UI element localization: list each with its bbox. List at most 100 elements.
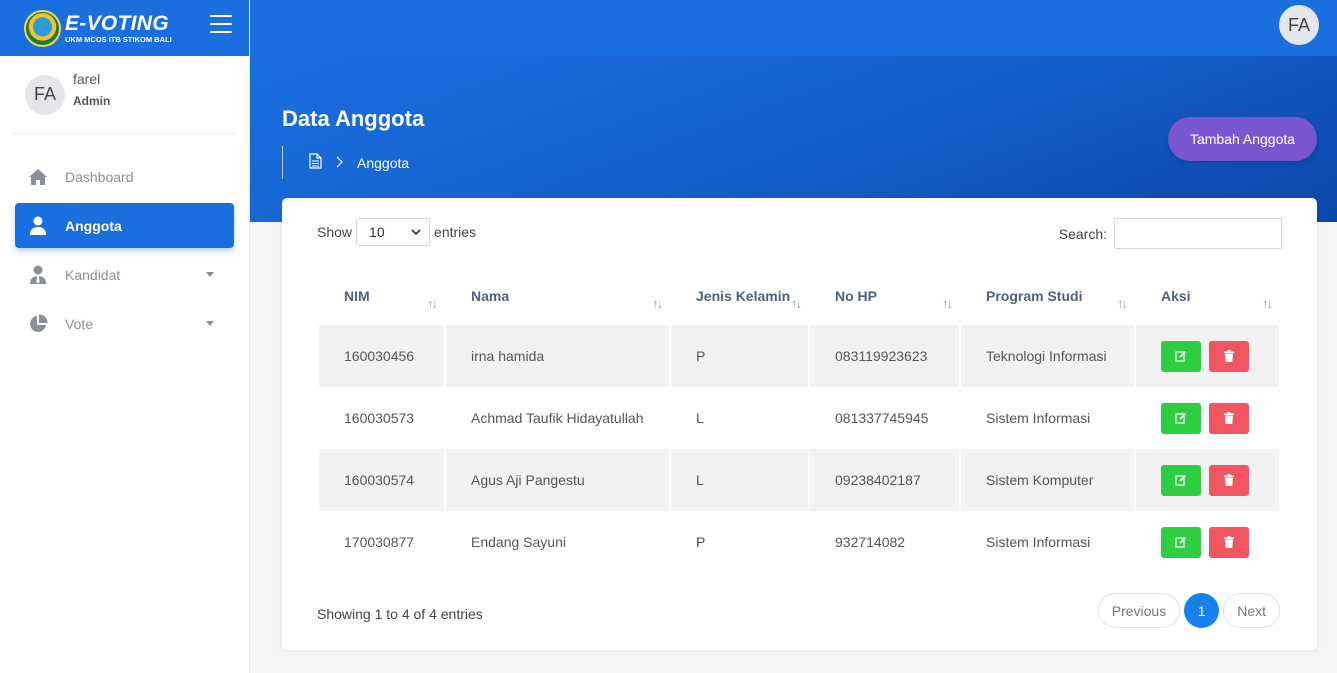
delete-button[interactable] <box>1209 402 1249 434</box>
column-header-nim[interactable]: NIM ↑↓ <box>319 270 444 325</box>
delete-button[interactable] <box>1209 464 1249 496</box>
previous-button[interactable]: Previous <box>1097 593 1181 628</box>
edit-button[interactable] <box>1161 402 1201 434</box>
sidebar-item-label: Anggota <box>65 217 122 234</box>
cell-no-hp: 083119923623 <box>810 325 959 387</box>
sort-icon: ↑↓ <box>1117 296 1128 311</box>
add-anggota-button[interactable]: Tambah Anggota <box>1168 117 1317 161</box>
cell-nama: Achmad Taufik Hidayatullah <box>471 410 644 426</box>
search-control: Search: <box>1059 218 1282 249</box>
entries-select-value: 10 <box>369 224 385 240</box>
sort-icon: ↑↓ <box>791 296 802 311</box>
trash-icon <box>1224 536 1234 548</box>
pagination: Previous 1 Next <box>1097 593 1280 628</box>
sort-icon: ↑↓ <box>427 296 438 311</box>
cell-nim: 160030574 <box>319 449 444 511</box>
breadcrumb-current: Anggota <box>357 154 410 171</box>
page-1-button[interactable]: 1 <box>1184 593 1220 628</box>
cell-nim: 170030877 <box>344 534 415 550</box>
chevron-down-icon <box>206 321 214 326</box>
sidebar-item-label: Kandidat <box>65 266 121 283</box>
home-icon <box>27 166 49 188</box>
edit-icon <box>1175 350 1187 362</box>
edit-icon <box>1175 536 1187 548</box>
column-header-jenis-kelamin[interactable]: Jenis Kelamin ↑↓ <box>671 270 808 325</box>
trash-icon <box>1224 350 1234 362</box>
cell-program-studi: Teknologi Informasi <box>961 325 1134 387</box>
table-header-row: NIM ↑↓ Nama ↑↓ Jenis Kelamin ↑↓ No HP ↑↓ Pro… <box>319 270 1279 325</box>
cell-nim: 160030456 <box>319 325 444 387</box>
trash-icon <box>1224 474 1234 486</box>
brand-subtitle: UKM MCOS ITB STIKOM BALI <box>65 34 172 44</box>
edit-button[interactable] <box>1161 464 1201 496</box>
sidebar-item-kandidat[interactable]: Kandidat <box>15 252 234 297</box>
menu-toggle-icon[interactable] <box>210 15 232 33</box>
sort-icon: ↑↓ <box>1262 296 1273 311</box>
search-label: Search: <box>1058 225 1107 242</box>
cell-program-studi: Sistem Informasi <box>986 534 1091 550</box>
chevron-down-icon <box>411 229 421 235</box>
user-name: farel <box>73 71 101 87</box>
column-header-program-studi[interactable]: Program Studi ↑↓ <box>961 270 1134 325</box>
entries-select[interactable]: 10 <box>356 218 431 246</box>
edit-icon <box>1175 474 1187 486</box>
cell-aksi <box>1136 449 1279 511</box>
breadcrumb: Anggota <box>282 146 409 179</box>
delete-button[interactable] <box>1209 340 1249 372</box>
length-control: Show 10 entries <box>317 218 476 246</box>
sort-icon: ↑↓ <box>942 296 953 311</box>
cell-nama: Endang Sayuni <box>471 534 566 550</box>
avatar: FA <box>25 74 65 115</box>
table-info: Showing 1 to 4 of 4 entries <box>317 606 483 622</box>
cell-nama: Agus Aji Pangestu <box>446 449 669 511</box>
cell-aksi <box>1136 511 1279 573</box>
page-title: Data Anggota <box>282 106 425 131</box>
sidebar-item-vote[interactable]: Vote <box>15 301 234 346</box>
user-panel: FA farel Admin <box>12 56 237 134</box>
table-row: 160030574 Agus Aji Pangestu L 0923840218… <box>319 449 1279 511</box>
cell-aksi <box>1136 325 1279 387</box>
sidebar-item-label: Vote <box>65 315 94 332</box>
logo <box>24 9 61 47</box>
table-row: 170030877 Endang Sayuni P 932714082 Sist… <box>319 511 1279 573</box>
pie-chart-icon <box>27 313 49 335</box>
table-row: 160030456 irna hamida P 083119923623 Tek… <box>319 325 1279 387</box>
cell-no-hp: 09238402187 <box>810 449 959 511</box>
column-header-nama[interactable]: Nama ↑↓ <box>446 270 669 325</box>
next-button[interactable]: Next <box>1223 593 1280 628</box>
sort-icon: ↑↓ <box>652 296 663 311</box>
cell-jenis-kelamin: P <box>671 325 808 387</box>
sidebar-item-label: Dashboard <box>65 168 134 185</box>
entries-label: entries <box>434 224 477 240</box>
column-header-aksi[interactable]: Aksi ↑↓ <box>1136 270 1279 325</box>
cell-jenis-kelamin: P <box>696 534 706 550</box>
edit-icon <box>1175 412 1187 424</box>
anggota-table: NIM ↑↓ Nama ↑↓ Jenis Kelamin ↑↓ No HP ↑↓ Pro… <box>317 270 1281 573</box>
cell-no-hp: 081337745945 <box>835 410 929 426</box>
user-tie-icon <box>27 264 49 286</box>
edit-button[interactable] <box>1161 340 1201 372</box>
cell-no-hp: 932714082 <box>835 534 906 550</box>
user-icon <box>27 215 49 237</box>
cell-nim: 160030573 <box>344 410 415 426</box>
sidebar-item-anggota[interactable]: Anggota <box>15 203 234 248</box>
top-navbar: FA <box>250 0 1337 56</box>
data-table-card: Show 10 entries Search: NIM ↑↓ Nama ↑↓ Jen… <box>282 198 1317 650</box>
show-label: Show <box>317 224 353 240</box>
column-header-no-hp[interactable]: No HP ↑↓ <box>810 270 959 325</box>
brand: E-VOTING UKM MCOS ITB STIKOM BALI <box>0 0 249 56</box>
cell-program-studi: Sistem Informasi <box>986 410 1091 426</box>
brand-title: E-VOTING <box>65 11 169 35</box>
chevron-down-icon <box>206 272 214 277</box>
delete-button[interactable] <box>1209 526 1249 558</box>
cell-jenis-kelamin: L <box>696 410 704 426</box>
cell-aksi <box>1136 387 1279 449</box>
table-row: 160030573 Achmad Taufik Hidayatullah L 0… <box>319 387 1279 449</box>
avatar[interactable]: FA <box>1279 5 1319 45</box>
chevron-right-icon <box>336 155 343 171</box>
cell-program-studi: Sistem Komputer <box>961 449 1134 511</box>
search-input[interactable] <box>1114 218 1282 249</box>
sidebar-item-dashboard[interactable]: Dashboard <box>15 154 234 199</box>
document-icon[interactable] <box>309 153 322 172</box>
edit-button[interactable] <box>1161 526 1201 558</box>
